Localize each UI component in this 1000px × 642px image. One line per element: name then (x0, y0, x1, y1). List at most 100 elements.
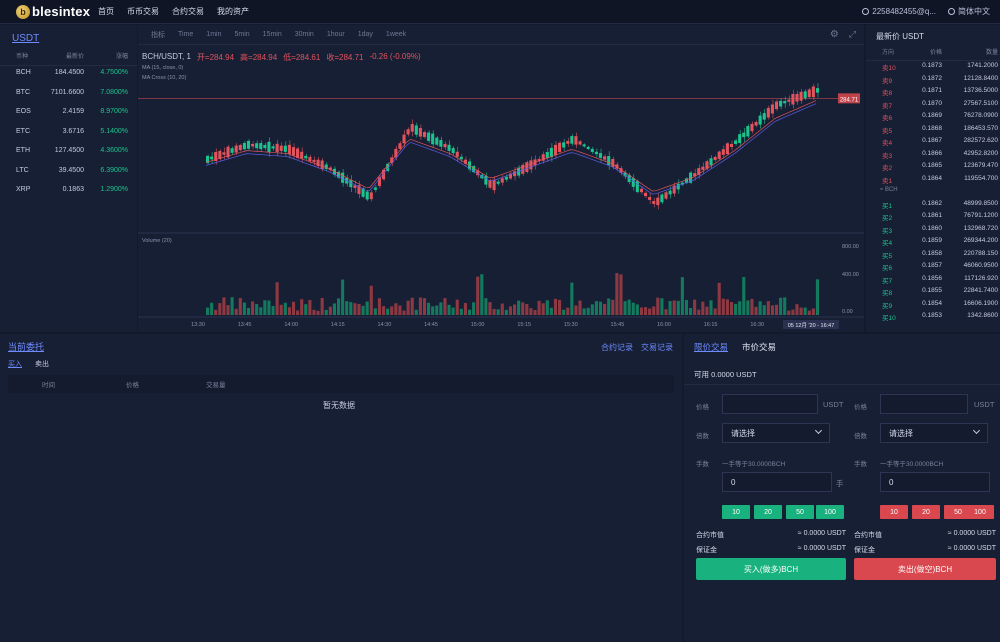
volume-bar (222, 297, 226, 315)
sell-qty-10[interactable]: 10 (880, 505, 908, 519)
buy-qty-50[interactable]: 50 (786, 505, 814, 519)
sell-short-button[interactable]: 卖出(做空)BCH (854, 558, 996, 580)
candle-body (529, 160, 533, 170)
buy-lots-input[interactable]: 0 (722, 472, 832, 492)
candle-body (263, 144, 267, 149)
volume-bar (643, 307, 648, 315)
ask-row[interactable]: 卖2 0.1865 123679.470 (866, 162, 1000, 172)
bid-row[interactable]: 买3 0.1860 132968.720 (866, 225, 1000, 235)
market-row[interactable]: ETH 127.4500 4.3600% (0, 147, 137, 154)
market-row[interactable]: LTC 39.4500 6.3900% (0, 167, 137, 174)
ask-row[interactable]: 卖6 0.1869 76278.0900 (866, 112, 1000, 122)
volume-bar (574, 305, 578, 315)
market-row[interactable]: BTC 7101.6600 7.0800% (0, 89, 137, 96)
bid-row[interactable]: 买6 0.1857 46060.9500 (866, 262, 1000, 272)
trade-panel: 限价交易 市价交易 可用 0.0000 USDT 价格 USDT 倍数 请选择 … (684, 334, 1000, 642)
bid-row[interactable]: 买2 0.1861 76791.1200 (866, 212, 1000, 222)
market-row[interactable]: EOS 2.4159 8.9700% (0, 108, 137, 115)
nav-home[interactable]: 首页 (98, 6, 114, 17)
sell-price-input[interactable] (880, 394, 968, 414)
user-account[interactable]: 2258482455@q... (872, 7, 936, 16)
volume-bar (246, 307, 251, 315)
candle-body (459, 156, 463, 160)
candle-body (259, 143, 263, 150)
ask-row[interactable]: 卖10 0.1873 1741.2000 (866, 62, 1000, 72)
trade-history-link[interactable]: 交易记录 (641, 342, 673, 353)
buy-qty-20[interactable]: 20 (754, 505, 782, 519)
bid-row[interactable]: 买5 0.1858 220788.150 (866, 250, 1000, 260)
candle-body (545, 152, 549, 158)
language-select[interactable]: 简体中文 (958, 6, 990, 17)
volume-bar (639, 307, 643, 315)
logo[interactable]: b blesintex (16, 4, 98, 19)
candle-body (668, 190, 672, 195)
tab-market[interactable]: 市价交易 (742, 341, 776, 353)
market-row[interactable]: ETC 3.6716 5.1400% (0, 128, 137, 135)
volume-bar (631, 302, 635, 315)
candlestick-chart[interactable]: 284.71 800.00 400.00 0.00 13:30 13:45 14:00 14:… (138, 25, 864, 332)
buy-margin: ≈ 0.0000 USDT (797, 545, 846, 552)
volume-bar (206, 307, 210, 315)
buy-contract-value: ≈ 0.0000 USDT (797, 530, 846, 537)
sell-leverage-select[interactable]: 请选择 (880, 423, 988, 443)
market-change: 4.3600% (100, 147, 128, 154)
bid-row[interactable]: 买9 0.1854 16606.1900 (866, 300, 1000, 310)
tab-limit[interactable]: 限价交易 (694, 341, 728, 353)
volume-bar (451, 307, 455, 315)
candle-body (742, 132, 746, 138)
ask-row[interactable]: 卖9 0.1872 12128.8400 (866, 75, 1000, 85)
sell-lots-input[interactable]: 0 (880, 472, 990, 492)
orders-tab-buy[interactable]: 买入 (8, 359, 22, 369)
candle-body (500, 178, 504, 183)
current-orders-tab[interactable]: 当前委托 (8, 340, 44, 353)
candle-body (439, 140, 443, 147)
market-price: 39.4500 (58, 166, 84, 174)
contract-history-link[interactable]: 合约记录 (601, 342, 633, 353)
sell-qty-20[interactable]: 20 (912, 505, 940, 519)
ask-row[interactable]: 卖3 0.1866 42952.8200 (866, 150, 1000, 160)
ask-row[interactable]: 卖5 0.1868 186453.570 (866, 125, 1000, 135)
volume-bar (803, 307, 807, 315)
bid-row[interactable]: 买10 0.1853 1342.8600 (866, 312, 1000, 322)
bid-row[interactable]: 买1 0.1862 48999.8500 (866, 200, 1000, 210)
bid-qty: 132968.720 (963, 224, 998, 232)
volume-bar (664, 309, 668, 315)
buy-leverage-select[interactable]: 请选择 (722, 423, 830, 443)
ask-row[interactable]: 卖7 0.1870 27567.5100 (866, 100, 1000, 110)
sell-price-label: 价格 (854, 404, 867, 411)
buy-qty-10[interactable]: 10 (722, 505, 750, 519)
bid-row[interactable]: 买8 0.1855 22841.7400 (866, 287, 1000, 297)
volume-bar (549, 307, 553, 315)
bid-row[interactable]: 买7 0.1856 117126.920 (866, 275, 1000, 285)
volume-tick: 400.00 (842, 272, 859, 278)
bid-row[interactable]: 买4 0.1859 269344.200 (866, 237, 1000, 247)
nav-assets[interactable]: 我的资产 (217, 6, 249, 17)
volume-bar (729, 302, 734, 315)
user-icon[interactable] (862, 8, 870, 15)
market-tab-usdt[interactable]: USDT (12, 33, 39, 44)
market-row[interactable]: XRP 0.1863 1.2900% (0, 186, 137, 193)
sell-qty-100[interactable]: 100 (966, 505, 994, 519)
ask-qty: 186453.570 (963, 124, 998, 132)
candle-body (774, 101, 779, 110)
volume-bar (533, 310, 537, 315)
ask-row[interactable]: 卖1 0.1864 119554.700 (866, 175, 1000, 185)
ask-row[interactable]: 卖8 0.1871 13736.5000 (866, 87, 1000, 97)
volume-bar (521, 302, 525, 315)
market-row[interactable]: BCH 184.4500 4.7500% (0, 69, 137, 76)
nav-contract[interactable]: 合约交易 (172, 6, 204, 17)
orders-tab-sell[interactable]: 卖出 (35, 359, 49, 369)
candle-body (664, 192, 668, 199)
buy-qty-100[interactable]: 100 (816, 505, 844, 519)
buy-price-input[interactable] (722, 394, 818, 414)
buy-long-button[interactable]: 买入(做多)BCH (696, 558, 846, 580)
sell-margin-label: 保证金 (854, 547, 875, 554)
candle-body (549, 147, 553, 158)
globe-icon[interactable] (948, 8, 955, 15)
ask-row[interactable]: 卖4 0.1867 282572.620 (866, 137, 1000, 147)
volume-bar (562, 309, 566, 315)
nav-spot[interactable]: 币币交易 (127, 6, 159, 17)
candle-body (795, 93, 799, 102)
volume-bar (709, 300, 713, 315)
volume-bar (361, 305, 365, 315)
